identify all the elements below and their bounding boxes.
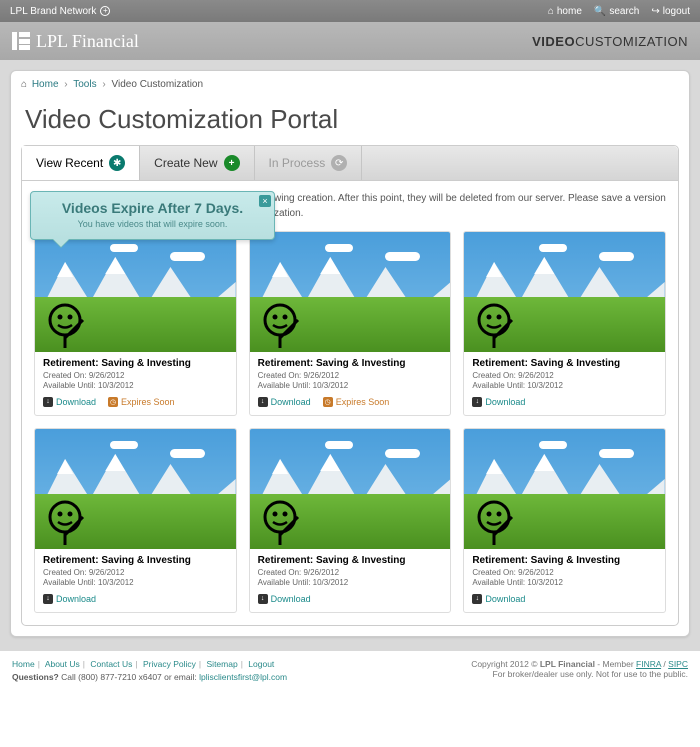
video-thumbnail[interactable] <box>35 429 236 549</box>
video-title: Retirement: Saving & Investing <box>43 358 228 369</box>
video-thumbnail[interactable] <box>464 232 665 352</box>
tooltip-body: You have videos that will expire soon. <box>41 219 264 229</box>
video-thumbnail[interactable] <box>35 232 236 352</box>
logo[interactable]: LPL Financial <box>12 31 139 52</box>
close-icon[interactable]: × <box>259 195 271 207</box>
sipc-link[interactable]: SIPC <box>668 659 688 669</box>
video-card: Retirement: Saving & Investing Created O… <box>249 231 452 416</box>
tab-in-process[interactable]: In Process ⟳ <box>255 146 363 180</box>
tab-create-new[interactable]: Create New + <box>140 146 254 180</box>
download-icon: ↓ <box>258 594 268 604</box>
topbar-links: ⌂home 🔍search ↪logout <box>548 6 690 17</box>
plus-icon: + <box>224 155 240 171</box>
video-title: Retirement: Saving & Investing <box>472 358 657 369</box>
home-icon: ⌂ <box>548 6 554 17</box>
video-card: Retirement: Saving & Investing Created O… <box>463 231 666 416</box>
video-card: Retirement: Saving & Investing Created O… <box>34 231 237 416</box>
header: LPL Financial VIDEOCUSTOMIZATION <box>0 22 700 60</box>
download-button[interactable]: ↓Download <box>258 397 311 407</box>
tab-body: wing creation. After this point, they wi… <box>22 181 678 625</box>
download-icon: ↓ <box>258 397 268 407</box>
breadcrumb-home[interactable]: Home <box>32 79 59 90</box>
video-card: Retirement: Saving & Investing Created O… <box>463 428 666 613</box>
download-icon: ↓ <box>472 594 482 604</box>
finra-link[interactable]: FINRA <box>636 659 661 669</box>
video-meta: Created On: 9/26/2012Available Until: 10… <box>258 568 443 589</box>
plus-icon: + <box>100 6 110 16</box>
download-icon: ↓ <box>472 397 482 407</box>
video-meta: Created On: 9/26/2012Available Until: 10… <box>472 371 657 392</box>
video-title: Retirement: Saving & Investing <box>472 555 657 566</box>
disclaimer: For broker/dealer use only. Not for use … <box>471 669 688 679</box>
footer-sitemap[interactable]: Sitemap <box>207 659 238 669</box>
video-grid: Retirement: Saving & Investing Created O… <box>34 231 666 613</box>
video-card: Retirement: Saving & Investing Created O… <box>249 428 452 613</box>
clock-icon: ◷ <box>108 397 118 407</box>
expiry-tooltip: × Videos Expire After 7 Days. You have v… <box>30 191 275 240</box>
expires-badge: ◷Expires Soon <box>108 397 175 407</box>
download-button[interactable]: ↓Download <box>43 594 96 604</box>
video-thumbnail[interactable] <box>250 232 451 352</box>
video-meta: Created On: 9/26/2012Available Until: 10… <box>43 371 228 392</box>
breadcrumb-current: Video Customization <box>112 79 204 90</box>
video-title: Retirement: Saving & Investing <box>43 555 228 566</box>
download-button[interactable]: ↓Download <box>472 397 525 407</box>
footer-right: Copyright 2012 © LPL Financial - Member … <box>471 659 688 682</box>
download-button[interactable]: ↓Download <box>472 594 525 604</box>
tabs: View Recent ✱ Create New + In Process ⟳ <box>22 146 678 181</box>
footer-home[interactable]: Home <box>12 659 35 669</box>
questions-label: Questions? <box>12 672 59 682</box>
video-meta: Created On: 9/26/2012Available Until: 10… <box>43 568 228 589</box>
section-title: VIDEOCUSTOMIZATION <box>532 34 688 49</box>
chevron-right-icon: › <box>102 79 105 90</box>
footer-contact[interactable]: Contact Us <box>90 659 132 669</box>
logo-mark-icon <box>12 32 30 50</box>
video-meta: Created On: 9/26/2012Available Until: 10… <box>258 371 443 392</box>
video-meta: Created On: 9/26/2012Available Until: 10… <box>472 568 657 589</box>
footer: Home| About Us| Contact Us| Privacy Poli… <box>0 651 700 696</box>
clock-icon: ◷ <box>323 397 333 407</box>
expires-badge: ◷Expires Soon <box>323 397 390 407</box>
logout-link[interactable]: ↪logout <box>651 6 690 17</box>
home-icon: ⌂ <box>21 79 27 90</box>
download-button[interactable]: ↓Download <box>43 397 96 407</box>
home-link[interactable]: ⌂home <box>548 6 582 17</box>
page-title: Video Customization Portal <box>11 98 689 145</box>
download-icon: ↓ <box>43 397 53 407</box>
tab-container: View Recent ✱ Create New + In Process ⟳ … <box>21 145 679 626</box>
footer-about[interactable]: About Us <box>45 659 80 669</box>
download-icon: ↓ <box>43 594 53 604</box>
breadcrumb: ⌂ Home › Tools › Video Customization <box>11 71 689 98</box>
footer-left: Home| About Us| Contact Us| Privacy Poli… <box>12 659 287 682</box>
content-area: ⌂ Home › Tools › Video Customization Vid… <box>0 60 700 651</box>
footer-logout[interactable]: Logout <box>248 659 274 669</box>
tab-view-recent[interactable]: View Recent ✱ <box>22 146 140 180</box>
footer-email[interactable]: lplisclientsfirst@lpl.com <box>199 672 287 682</box>
process-icon: ⟳ <box>331 155 347 171</box>
network-label: LPL Brand Network <box>10 6 96 17</box>
video-title: Retirement: Saving & Investing <box>258 555 443 566</box>
logout-icon: ↪ <box>651 6 659 17</box>
video-title: Retirement: Saving & Investing <box>258 358 443 369</box>
download-button[interactable]: ↓Download <box>258 594 311 604</box>
recent-icon: ✱ <box>109 155 125 171</box>
chevron-right-icon: › <box>64 79 67 90</box>
network-switcher[interactable]: LPL Brand Network + <box>10 6 110 17</box>
footer-privacy[interactable]: Privacy Policy <box>143 659 196 669</box>
tooltip-title: Videos Expire After 7 Days. <box>41 200 264 216</box>
topbar: LPL Brand Network + ⌂home 🔍search ↪logou… <box>0 0 700 22</box>
main-panel: ⌂ Home › Tools › Video Customization Vid… <box>10 70 690 637</box>
logo-text: LPL Financial <box>36 31 139 52</box>
search-icon: 🔍 <box>594 6 606 17</box>
search-link[interactable]: 🔍search <box>594 6 639 17</box>
video-thumbnail[interactable] <box>464 429 665 549</box>
video-card: Retirement: Saving & Investing Created O… <box>34 428 237 613</box>
video-thumbnail[interactable] <box>250 429 451 549</box>
breadcrumb-tools[interactable]: Tools <box>73 79 96 90</box>
